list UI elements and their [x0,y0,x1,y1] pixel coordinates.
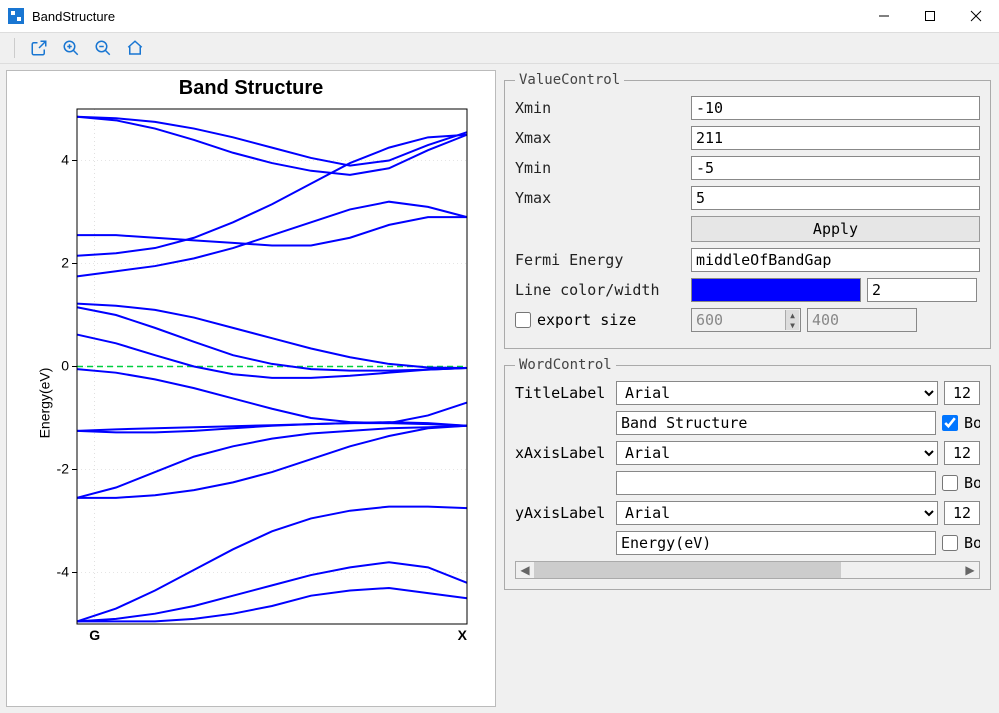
svg-text:-2: -2 [57,461,70,477]
titlebar: BandStructure [0,0,999,32]
settings-panel: ValueControl Xmin Xmax Ymin Ymax Apply F… [502,70,993,707]
chart-title: Band Structure [7,75,495,104]
yaxis-text-input[interactable] [616,531,936,555]
xmin-label: Xmin [515,99,685,117]
yaxis-bold-label: Bo [964,534,980,552]
value-control-legend: ValueControl [515,72,624,88]
title-bold-label: Bo [964,414,980,432]
title-bold-checkbox[interactable] [942,415,958,431]
scroll-right-icon[interactable]: ▶ [961,562,979,578]
yaxis-bold-checkbox[interactable] [942,535,958,551]
apply-button[interactable]: Apply [691,216,980,242]
xaxis-text-input[interactable] [616,471,936,495]
home-icon[interactable] [121,36,149,60]
yaxis-label: yAxisLabel [515,504,610,522]
maximize-button[interactable] [907,0,953,32]
content: Band Structure Energy(eV) -4 -2 0 2 4 G X Valu… [0,64,999,713]
xaxis-font-select[interactable]: Arial [616,441,938,465]
fermi-input[interactable] [691,248,980,272]
line-width-input[interactable] [867,278,977,302]
titlelabel-label: TitleLabel [515,384,610,402]
app-icon [8,8,24,24]
close-button[interactable] [953,0,999,32]
zoom-in-icon[interactable] [57,36,85,60]
ymin-input[interactable] [691,156,980,180]
svg-text:2: 2 [61,255,69,271]
xaxis-label: xAxisLabel [515,444,610,462]
xaxis-bold-checkbox[interactable] [942,475,958,491]
title-size-input[interactable] [944,381,980,405]
svg-text:G: G [89,627,100,643]
xmax-label: Xmax [515,129,685,147]
value-control-group: ValueControl Xmin Xmax Ymin Ymax Apply F… [504,72,991,349]
xaxis-size-input[interactable] [944,441,980,465]
word-control-group: WordControl TitleLabel Arial Bo xAxisLab… [504,357,991,590]
svg-text:X: X [458,627,468,643]
linecolor-label: Line color/width [515,281,685,299]
chart-panel: Band Structure Energy(eV) -4 -2 0 2 4 G X [6,70,496,707]
xmax-input[interactable] [691,126,980,150]
zoom-out-icon[interactable] [89,36,117,60]
minimize-button[interactable] [861,0,907,32]
svg-text:-4: -4 [57,564,70,580]
ymin-label: Ymin [515,159,685,177]
ymax-input[interactable] [691,186,980,210]
svg-text:0: 0 [61,358,69,374]
export-size-checkbox[interactable] [515,312,531,328]
yaxis-font-select[interactable]: Arial [616,501,938,525]
toolbar [0,32,999,64]
ymax-label: Ymax [515,189,685,207]
horizontal-scrollbar[interactable]: ◀ ▶ [515,561,980,579]
fermi-label: Fermi Energy [515,251,685,269]
window-title: BandStructure [32,9,115,24]
title-text-input[interactable] [616,411,936,435]
chart-area[interactable]: Energy(eV) -4-2024GX [47,104,487,702]
export-size-label: export size [537,311,636,329]
y-axis-label: Energy(eV) [36,368,52,439]
word-control-legend: WordControl [515,357,616,373]
export-icon[interactable] [25,36,53,60]
svg-text:4: 4 [61,152,69,168]
export-width-spinner[interactable]: 600▲▼ [691,308,801,332]
title-font-select[interactable]: Arial [616,381,938,405]
yaxis-size-input[interactable] [944,501,980,525]
scroll-left-icon[interactable]: ◀ [516,562,534,578]
line-color-swatch[interactable] [691,278,861,302]
xmin-input[interactable] [691,96,980,120]
export-height-spinner[interactable]: 400 [807,308,917,332]
xaxis-bold-label: Bo [964,474,980,492]
